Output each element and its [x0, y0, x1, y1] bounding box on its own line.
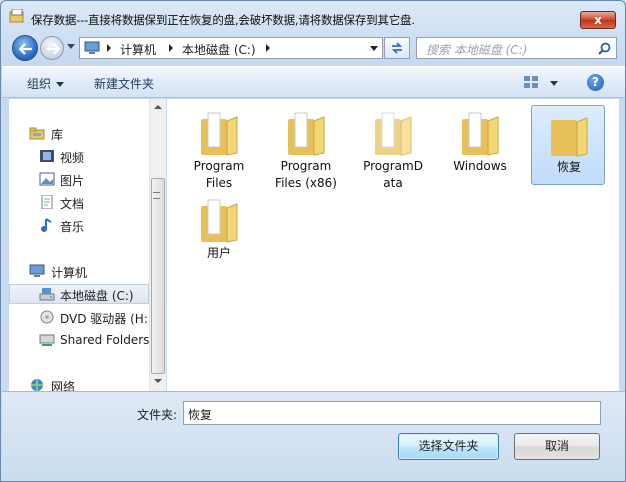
help-icon[interactable]: ?	[587, 74, 604, 91]
video-icon	[40, 150, 54, 162]
folder-name-line: 用户	[206, 246, 231, 260]
nav-item-library[interactable]: 库	[9, 123, 149, 143]
folder-item[interactable]: Windows	[443, 105, 517, 185]
folder-name-line: Windows	[453, 159, 507, 173]
nav-item-dvd-drive[interactable]: DVD 驱动器 (H:)	[9, 307, 149, 327]
folder-name-line: ProgramD	[363, 159, 423, 173]
folder-item[interactable]: ProgramD ata	[356, 105, 430, 190]
folder-icon	[551, 117, 588, 157]
scroll-thumb[interactable]	[151, 178, 165, 374]
folder-icon	[462, 112, 499, 156]
music-icon	[41, 218, 52, 232]
nav-label: 音乐	[60, 220, 85, 234]
document-icon	[41, 195, 53, 209]
nav-item-network[interactable]: 网络	[9, 375, 149, 391]
breadcrumb-separator[interactable]	[169, 44, 173, 52]
navigation-pane: 库 视频 图片 文档 音乐 计算机 本地磁盘 (C:) DVD 驱动器 (H:)…	[9, 99, 149, 391]
nav-scrollbar[interactable]	[149, 99, 166, 391]
folder-item[interactable]: Program Files	[182, 105, 256, 190]
nav-item-computer[interactable]: 计算机	[9, 261, 149, 281]
organize-button[interactable]: 组织	[27, 75, 65, 92]
save-dialog-window: 保存数据---直接将数据保到正在恢复的盘,会破坏数据,请将数据保存到其它盘. x…	[0, 0, 626, 482]
window-title: 保存数据---直接将数据保到正在恢复的盘,会破坏数据,请将数据保存到其它盘.	[31, 13, 415, 27]
back-arrow-icon	[19, 43, 32, 55]
close-button[interactable]: x	[580, 11, 616, 29]
folder-label: 文件夹:	[137, 408, 178, 422]
app-icon	[9, 9, 24, 23]
local-disk-icon	[39, 288, 55, 301]
title-bar: 保存数据---直接将数据保到正在恢复的盘,会破坏数据,请将数据保存到其它盘. x	[1, 1, 625, 33]
folder-icon	[375, 112, 412, 156]
back-button[interactable]	[12, 35, 38, 61]
folder-icon	[201, 199, 238, 243]
computer-icon	[84, 41, 100, 54]
folder-item-selected[interactable]: 恢复	[531, 105, 605, 185]
toolbar: 组织 新建文件夹 ?	[2, 66, 625, 98]
network-icon	[31, 379, 43, 391]
scroll-grip-icon	[153, 192, 160, 199]
nav-label: 库	[51, 128, 64, 142]
nav-label: 文档	[60, 197, 85, 211]
nav-item-music[interactable]: 音乐	[9, 215, 149, 235]
search-icon[interactable]	[598, 42, 611, 55]
folder-name-line: Files	[205, 176, 233, 190]
nav-item-local-disk[interactable]: 本地磁盘 (C:)	[9, 284, 149, 304]
view-options-icon[interactable]	[524, 76, 539, 89]
nav-label: 本地磁盘 (C:)	[60, 289, 134, 303]
address-bar[interactable]: 计算机 本地磁盘 (C:)	[79, 37, 383, 59]
new-folder-button[interactable]: 新建文件夹	[94, 75, 154, 92]
folder-name-line: Program	[193, 159, 245, 173]
recent-pages-dropdown[interactable]	[67, 44, 75, 49]
refresh-button[interactable]	[384, 37, 410, 59]
scroll-down-icon[interactable]	[154, 379, 162, 383]
nav-label: 视频	[60, 151, 85, 165]
nav-label: 图片	[60, 174, 85, 188]
folder-name-line: ata	[383, 176, 403, 190]
file-list-pane: Program Files Program Files (x86) ProgramD…	[167, 99, 619, 391]
breadcrumb-separator[interactable]	[266, 44, 270, 52]
view-dropdown-icon[interactable]	[550, 81, 558, 86]
cancel-button[interactable]: 取消	[514, 433, 600, 460]
nav-label: 网络	[51, 380, 76, 391]
refresh-icon	[391, 42, 403, 54]
scroll-up-icon[interactable]	[154, 105, 162, 109]
picture-icon	[39, 172, 55, 186]
search-input[interactable]: 搜索 本地磁盘 (C:)	[416, 37, 617, 59]
breadcrumb-local-disk[interactable]: 本地磁盘 (C:)	[182, 41, 256, 58]
folder-icon	[201, 112, 238, 156]
folder-name-line: Files (x86)	[275, 176, 337, 190]
select-folder-button[interactable]: 选择文件夹	[398, 433, 499, 460]
nav-label: DVD 驱动器 (H:)	[60, 312, 149, 326]
folder-item[interactable]: 用户	[182, 192, 256, 272]
organize-label: 组织	[27, 77, 52, 91]
forward-button[interactable]	[40, 36, 64, 60]
computer-icon	[29, 264, 45, 277]
folder-icon	[288, 112, 325, 156]
forward-arrow-icon	[47, 43, 60, 55]
nav-item-pictures[interactable]: 图片	[9, 169, 149, 189]
folder-name-input[interactable]: 恢复	[183, 401, 601, 425]
nav-item-videos[interactable]: 视频	[9, 146, 149, 166]
address-dropdown-icon[interactable]	[370, 46, 378, 51]
chevron-down-icon	[56, 82, 65, 87]
folder-item[interactable]: Program Files (x86)	[269, 105, 343, 190]
folder-name-line: 恢复	[556, 160, 581, 174]
breadcrumb-separator[interactable]	[107, 44, 111, 52]
library-icon	[29, 127, 45, 140]
shared-folders-icon	[39, 334, 55, 346]
nav-item-shared-folders[interactable]: Shared Folders	[9, 330, 149, 350]
nav-item-documents[interactable]: 文档	[9, 192, 149, 212]
search-placeholder: 搜索 本地磁盘 (C:)	[426, 43, 528, 57]
dvd-drive-icon	[40, 310, 54, 324]
nav-label: 计算机	[51, 266, 88, 280]
folder-name-line: Program	[280, 159, 332, 173]
nav-label: Shared Folders	[60, 333, 149, 347]
breadcrumb-computer[interactable]: 计算机	[120, 41, 156, 58]
